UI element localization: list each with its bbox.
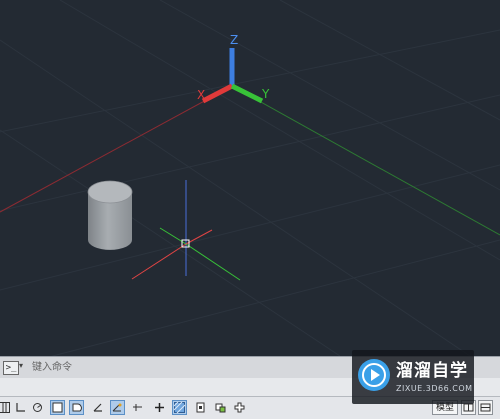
polar-tracking-icon[interactable] — [69, 400, 84, 415]
ortho-icon[interactable] — [50, 400, 65, 415]
object-snap-tracking-icon[interactable] — [130, 400, 145, 415]
drawing-viewport[interactable]: Z X Y — [0, 0, 500, 356]
world-y-axis-line — [231, 85, 500, 236]
watermark-title: 溜溜自学 — [396, 361, 468, 381]
selection-cycling-icon[interactable] — [193, 400, 208, 415]
ucs-z-label: Z — [230, 33, 238, 47]
dynamic-ucs-icon[interactable] — [30, 400, 45, 415]
grid-icon[interactable] — [0, 400, 12, 415]
3d-object-snap-icon[interactable] — [213, 400, 228, 415]
command-input[interactable] — [32, 360, 332, 375]
cylinder-solid[interactable] — [87, 180, 133, 250]
watermark-url: ZIXUE.3D66.COM — [396, 384, 473, 393]
ucs-x-label: X — [197, 88, 205, 102]
layout-panels-icon[interactable] — [478, 400, 493, 415]
transparency-icon[interactable] — [172, 400, 187, 415]
model-space-canvas[interactable]: Z X Y — [0, 0, 500, 356]
isodraft-icon[interactable] — [91, 400, 106, 415]
chevron-down-icon[interactable]: ▾ — [19, 361, 23, 370]
cursor-crosshair — [131, 180, 241, 281]
grid-lines — [0, 0, 500, 356]
lineweight-icon[interactable] — [152, 400, 167, 415]
object-snap-icon[interactable] — [110, 400, 125, 415]
crosshair-plus-icon[interactable] — [232, 400, 247, 415]
ucs-icon[interactable]: Z X Y — [197, 33, 270, 104]
play-logo-icon — [358, 359, 390, 391]
snap-icon[interactable] — [13, 400, 28, 415]
command-prompt-icon[interactable]: >_ — [3, 361, 19, 375]
watermark-logo: 溜溜自学 ZIXUE.3D66.COM — [352, 350, 474, 404]
ucs-y-label: Y — [261, 87, 270, 101]
